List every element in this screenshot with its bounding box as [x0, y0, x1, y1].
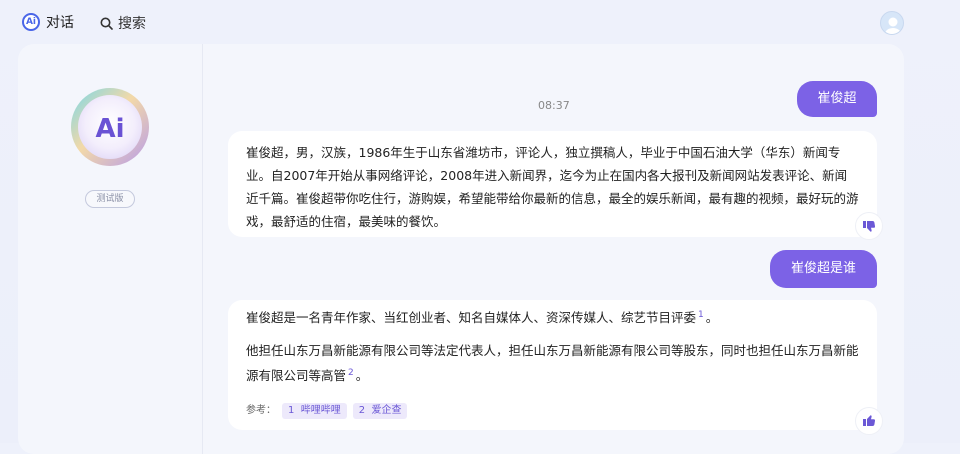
answer-paragraph: 他担任山东万昌新能源有限公司等法定代表人，担任山东万昌新能源有限公司等股东，同时… — [246, 339, 859, 387]
bot-profile: Ai 测试版 — [18, 44, 203, 454]
answer-paragraph: 崔俊超是一名青年作家、当红创业者、知名自媒体人、资深传媒人、综艺节目评委 1。 — [246, 304, 859, 329]
reference-link[interactable]: 2 爱企查 — [352, 402, 408, 419]
reference-number: 1 — [288, 404, 295, 416]
answer-text: 他担任山东万昌新能源有限公司等法定代表人，担任山东万昌新能源有限公司等股东，同时… — [246, 343, 859, 384]
bot-message: 崔俊超是一名青年作家、当红创业者、知名自媒体人、资深传媒人、综艺节目评委 1。 他… — [228, 300, 877, 430]
answer-text: 崔俊超是一名青年作家、当红创业者、知名自媒体人、资深传媒人、综艺节目评委 — [246, 310, 697, 326]
bot-message-text: 崔俊超，男，汉族，1986年生于山东省潍坊市，评论人，独立撰稿人，毕业于中国石油… — [246, 145, 859, 229]
top-bar: Ai 对话 搜索 — [0, 0, 960, 44]
like-button[interactable] — [855, 407, 883, 435]
thumbs-up-icon — [863, 415, 876, 426]
user-avatar[interactable] — [880, 11, 904, 35]
tab-chat-label: 对话 — [46, 15, 74, 31]
bot-message: 崔俊超，男，汉族，1986年生于山东省潍坊市，评论人，独立撰稿人，毕业于中国石油… — [228, 131, 877, 237]
answer-punct: 。 — [355, 368, 369, 384]
reference-name: 哔哩哔哩 — [300, 404, 341, 416]
beta-badge: 测试版 — [85, 190, 135, 208]
user-avatar-icon — [885, 17, 901, 34]
user-message: 崔俊超是谁 — [770, 250, 877, 288]
bot-avatar: Ai — [69, 86, 151, 168]
reference-number: 2 — [358, 404, 366, 416]
reference-name: 爱企查 — [371, 404, 402, 416]
reference-link[interactable]: 1 哔哩哔哩 — [282, 402, 347, 419]
search-button[interactable]: 搜索 — [100, 13, 146, 33]
bot-avatar-text: Ai — [95, 114, 124, 144]
references-label: 参考： — [246, 405, 276, 416]
tab-chat[interactable]: Ai 对话 — [22, 12, 74, 32]
citation-marker[interactable]: 1 — [698, 310, 704, 320]
user-message: 崔俊超 — [797, 81, 877, 117]
search-label: 搜索 — [118, 16, 146, 32]
message-timestamp: 08:37 — [538, 99, 570, 112]
answer-punct: 。 — [705, 310, 719, 326]
dislike-button[interactable] — [855, 212, 883, 240]
search-icon — [100, 17, 113, 30]
thumbs-down-icon — [863, 221, 876, 232]
ai-logo-icon: Ai — [22, 13, 40, 31]
citation-marker[interactable]: 2 — [348, 368, 354, 378]
references: 参考： 1 哔哩哔哩 2 爱企查 — [246, 399, 408, 422]
